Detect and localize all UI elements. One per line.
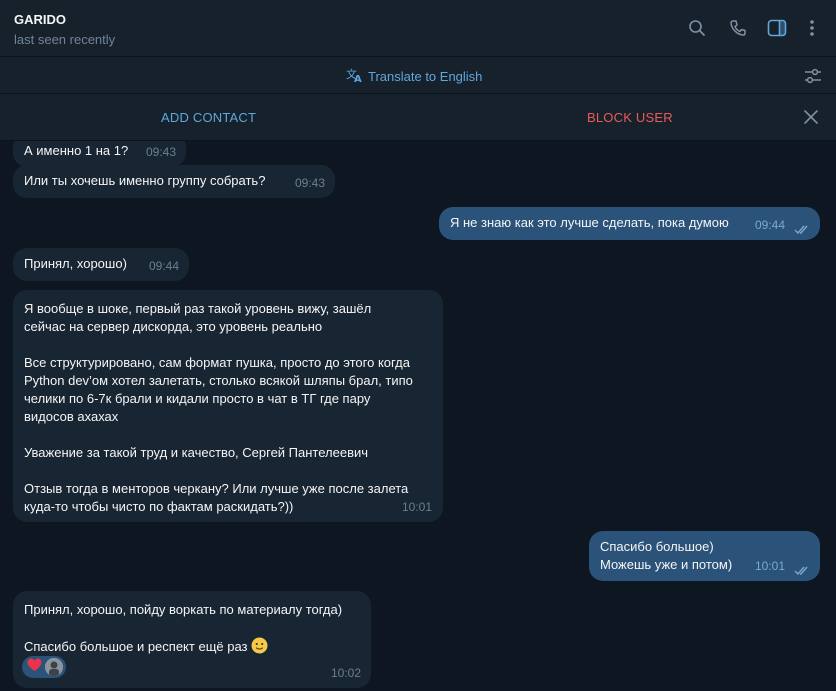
phone-icon[interactable] — [727, 17, 749, 39]
message-list[interactable]: А именно 1 на 1? 09:43 Или ты хочешь име… — [0, 141, 836, 691]
message-bubble[interactable]: Я не знаю как это лучше сделать, пока ду… — [439, 207, 820, 240]
translate-bar: 文A Translate to English — [0, 57, 836, 94]
red-heart-icon — [27, 658, 42, 677]
block-user-button[interactable]: BLOCK USER — [587, 110, 673, 125]
sidebar-toggle-icon[interactable] — [766, 17, 788, 39]
chat-header: GARIDO last seen recently — [0, 0, 836, 57]
double-check-icon — [794, 222, 812, 235]
message-bubble[interactable]: Или ты хочешь именно группу собрать? 09:… — [13, 165, 335, 198]
message-bubble[interactable]: Принял, хорошо) 09:44 — [13, 248, 189, 281]
message-bubble[interactable]: Спасибо большое) Можешь уже и потом) 10:… — [589, 531, 820, 581]
message-time: 09:44 — [754, 218, 785, 232]
reaction-pill[interactable] — [22, 656, 66, 678]
translate-button[interactable]: 文A Translate to English — [346, 67, 482, 86]
message-bubble[interactable]: Я вообще в шоке, первый раз такой уровен… — [13, 290, 443, 522]
more-options-icon[interactable] — [801, 17, 823, 39]
message-time: 09:43 — [294, 176, 325, 190]
svg-text:A: A — [354, 74, 362, 83]
search-icon[interactable] — [686, 17, 708, 39]
message-bubble[interactable]: Принял, хорошо, пойду воркать по материа… — [13, 591, 371, 688]
chat-status: last seen recently — [14, 32, 116, 47]
message-bubble[interactable]: А именно 1 на 1? 09:43 — [13, 141, 186, 167]
avatar — [45, 658, 63, 676]
add-contact-button[interactable]: ADD CONTACT — [161, 110, 256, 125]
double-check-icon — [794, 563, 812, 576]
translate-settings-icon[interactable] — [802, 65, 824, 87]
contact-action-bar: ADD CONTACT BLOCK USER — [0, 94, 836, 141]
translate-icon: 文A — [346, 67, 364, 86]
message-time: 10:01 — [754, 559, 785, 573]
message-text: Или ты хочешь именно группу собрать? — [24, 173, 266, 188]
close-icon[interactable] — [802, 108, 820, 126]
message-time: 10:02 — [330, 666, 361, 680]
chat-title[interactable]: GARIDO — [14, 12, 66, 27]
message-time: 09:44 — [148, 259, 179, 273]
message-reactions[interactable] — [22, 656, 66, 678]
message-time: 10:01 — [401, 500, 432, 514]
message-text: Принял, хорошо, пойду воркать по материа… — [24, 602, 343, 654]
translate-label: Translate to English — [368, 69, 483, 84]
slightly-smiling-face-icon — [251, 637, 268, 654]
message-time: 09:43 — [145, 145, 176, 159]
message-text: Я вообще в шоке, первый раз такой уровен… — [24, 301, 413, 514]
